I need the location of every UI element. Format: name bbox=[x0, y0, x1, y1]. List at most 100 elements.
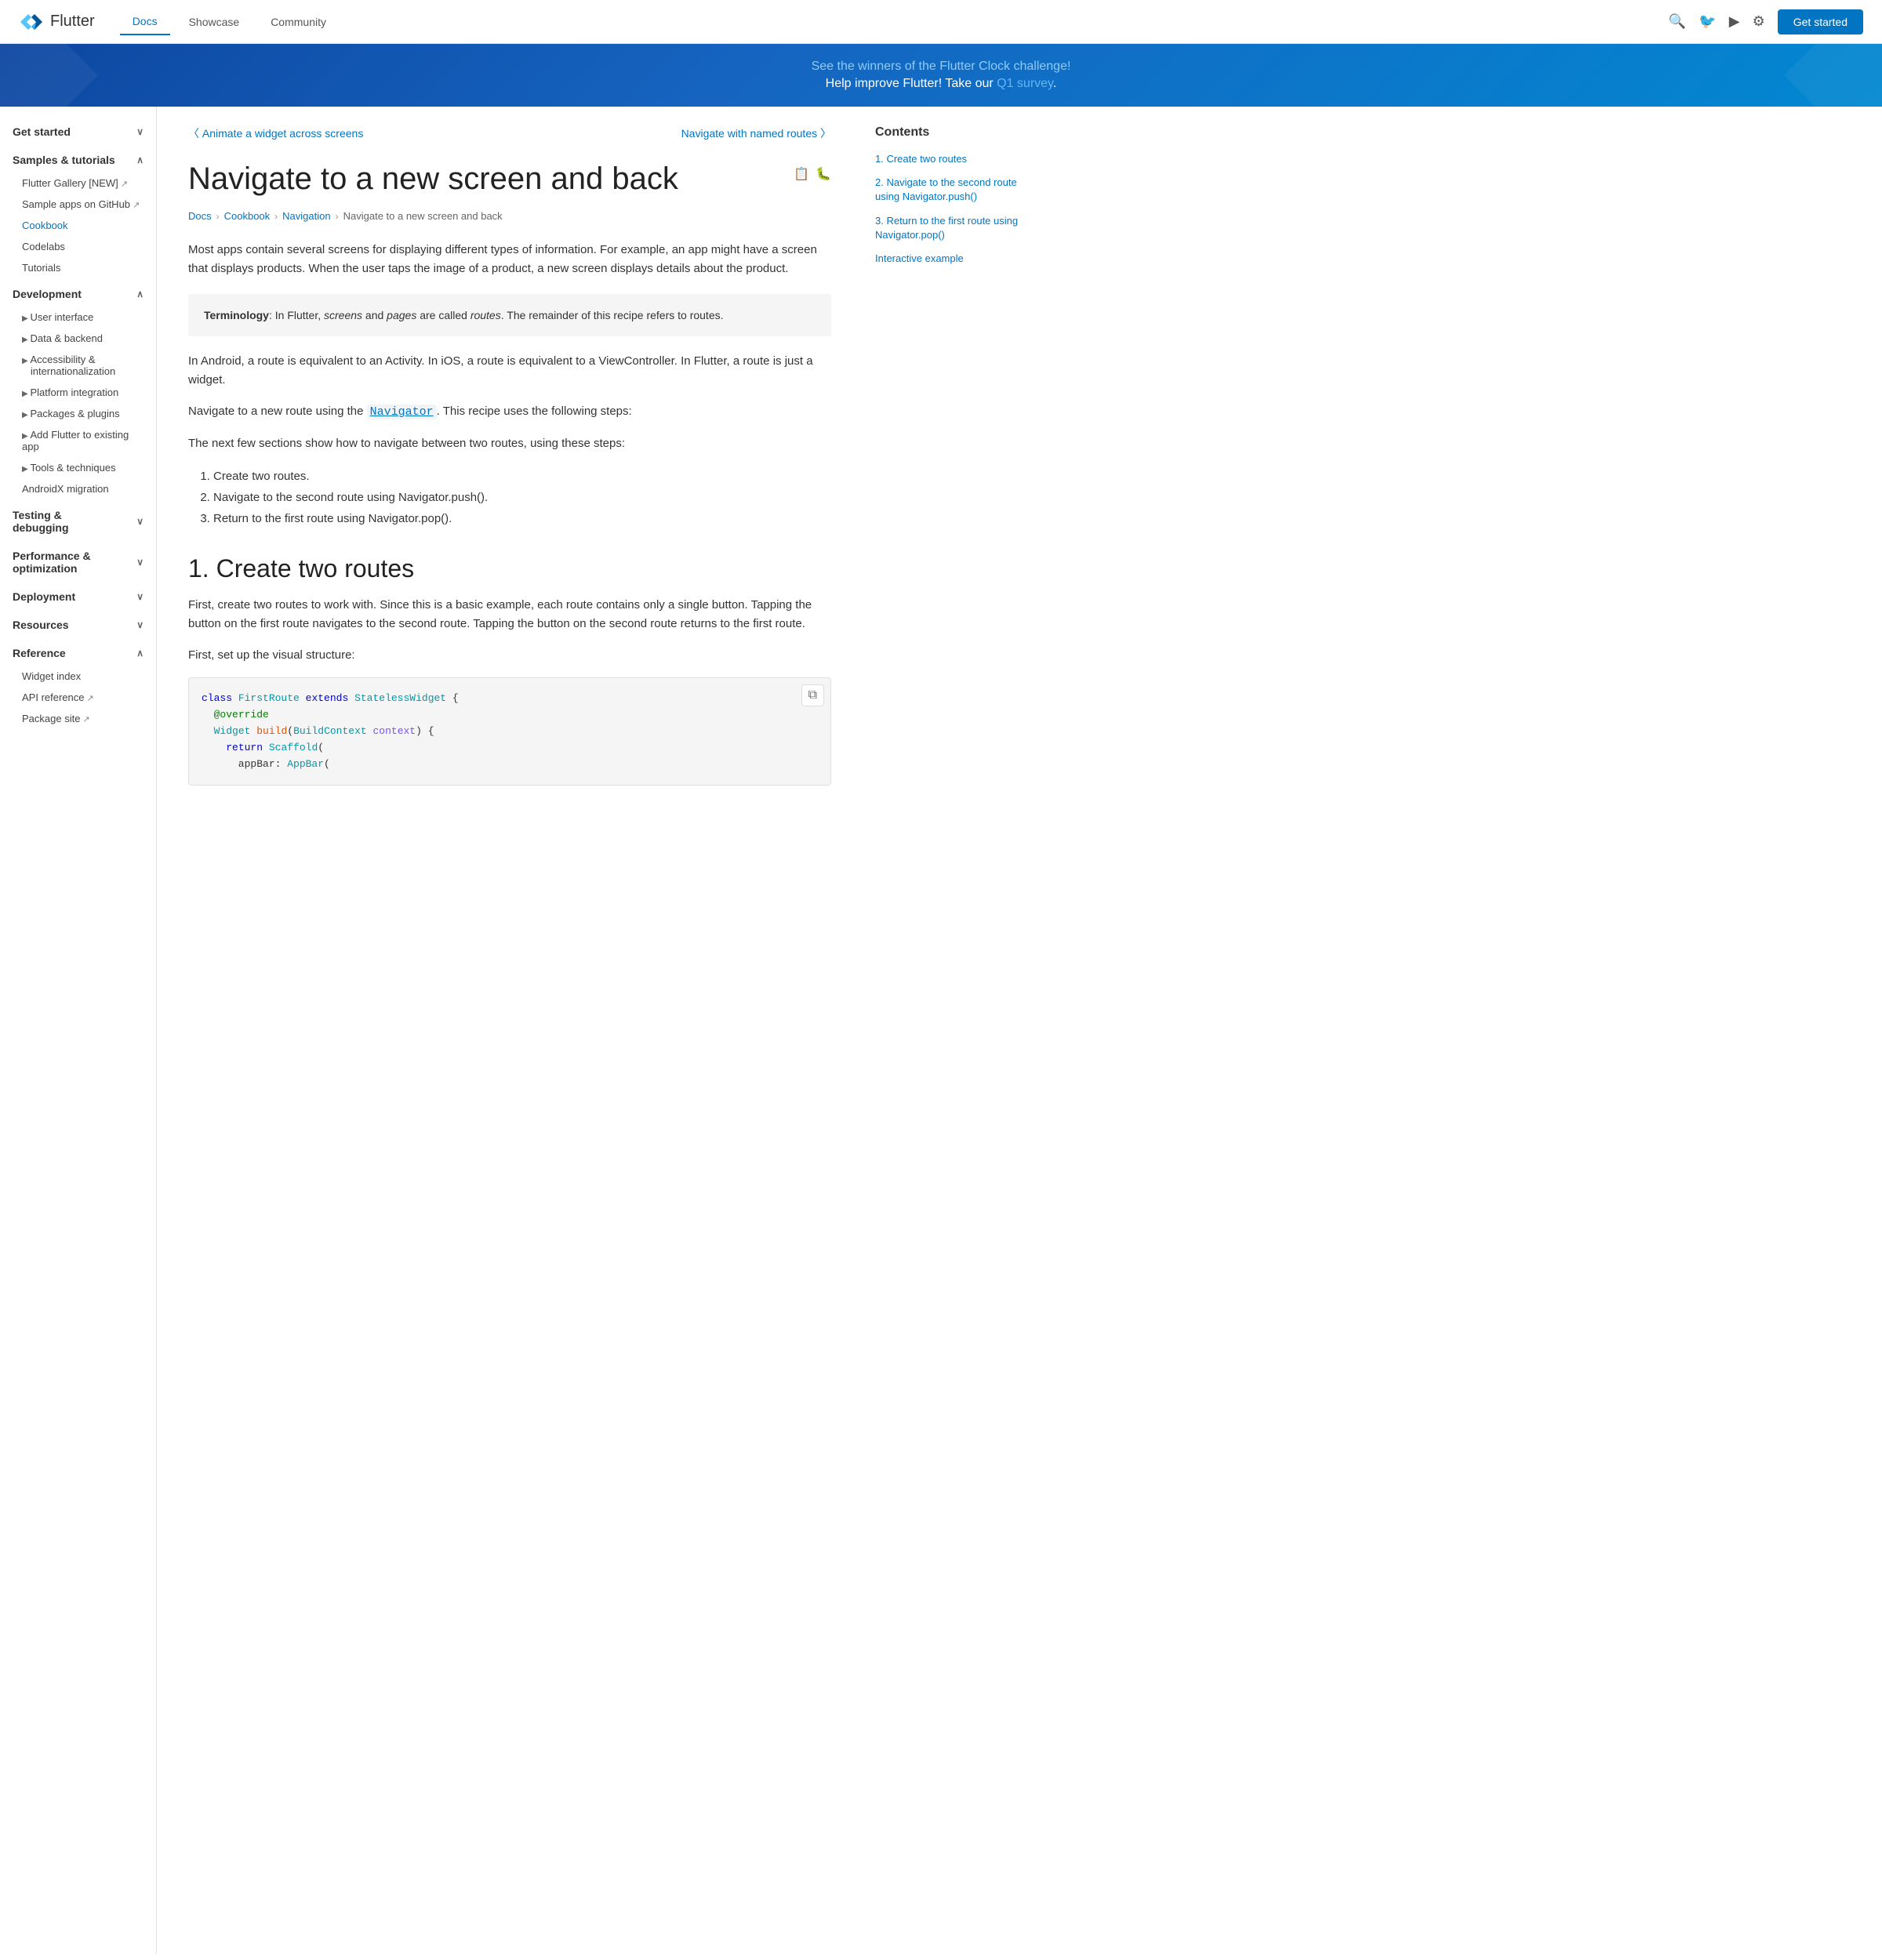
sidebar-item-tools[interactable]: Tools & techniques bbox=[0, 457, 156, 478]
body3-suffix: . This recipe uses the following steps: bbox=[437, 405, 632, 418]
breadcrumb-cookbook[interactable]: Cookbook bbox=[224, 210, 271, 222]
sidebar-section-get-started-label: Get started bbox=[13, 125, 71, 138]
sidebar-section-development: Development ∧ User interface Data & back… bbox=[0, 281, 156, 499]
header: Flutter Docs Showcase Community 🔍 🐦 ▶ ⚙ … bbox=[0, 0, 1882, 44]
code-content: class FirstRoute extends StatelessWidget… bbox=[202, 691, 818, 772]
sidebar-section-samples: Samples & tutorials ∧ Flutter Gallery [N… bbox=[0, 147, 156, 278]
sidebar-item-data-backend[interactable]: Data & backend bbox=[0, 328, 156, 349]
logo[interactable]: Flutter bbox=[19, 9, 95, 34]
twitter-icon[interactable]: 🐦 bbox=[1699, 13, 1716, 30]
search-icon[interactable]: 🔍 bbox=[1669, 13, 1686, 30]
chevron-up-icon-dev: ∧ bbox=[136, 289, 144, 299]
terminology-bold: Terminology bbox=[204, 309, 269, 321]
sidebar-item-cookbook[interactable]: Cookbook bbox=[0, 215, 156, 236]
nav-docs[interactable]: Docs bbox=[120, 9, 170, 35]
sidebar-section-testing-header[interactable]: Testing &debugging ∨ bbox=[0, 503, 156, 540]
step-2: Navigate to the second route using Navig… bbox=[213, 487, 831, 508]
toc-item-3[interactable]: 3. Return to the first route using Navig… bbox=[875, 214, 1023, 242]
chevron-down-icon-deploy: ∨ bbox=[136, 591, 144, 602]
section1-body1: First, create two routes to work with. S… bbox=[188, 596, 831, 633]
header-actions: 🔍 🐦 ▶ ⚙ Get started bbox=[1669, 9, 1863, 34]
banner: See the winners of the Flutter Clock cha… bbox=[0, 44, 1882, 107]
sidebar-section-reference-header[interactable]: Reference ∧ bbox=[0, 641, 156, 666]
code-copy-button[interactable]: ⧉ bbox=[801, 684, 824, 706]
sidebar-item-package-site[interactable]: Package site bbox=[0, 708, 156, 729]
sidebar-section-deployment-header[interactable]: Deployment ∨ bbox=[0, 584, 156, 609]
chevron-down-icon-test: ∨ bbox=[136, 516, 144, 527]
sidebar-item-add-flutter[interactable]: Add Flutter to existing app bbox=[0, 424, 156, 457]
sidebar-section-resources: Resources ∨ bbox=[0, 612, 156, 637]
sidebar-item-sample-apps[interactable]: Sample apps on GitHub bbox=[0, 194, 156, 215]
code-block: ⧉ class FirstRoute extends StatelessWidg… bbox=[188, 677, 831, 786]
sidebar-section-resources-header[interactable]: Resources ∨ bbox=[0, 612, 156, 637]
toc-item-1[interactable]: 1. Create two routes bbox=[875, 152, 1023, 166]
terminology-box: Terminology: In Flutter, screens and pag… bbox=[188, 294, 831, 336]
body-paragraph-4: The next few sections show how to naviga… bbox=[188, 434, 831, 453]
main-layout: Get started ∨ Samples & tutorials ∧ Flut… bbox=[0, 107, 1882, 1954]
sidebar-section-get-started-header[interactable]: Get started ∨ bbox=[0, 119, 156, 144]
sidebar-item-user-interface[interactable]: User interface bbox=[0, 307, 156, 328]
banner-survey-link[interactable]: Q1 survey bbox=[997, 77, 1053, 90]
toc-title: Contents bbox=[875, 125, 1023, 140]
nav-showcase[interactable]: Showcase bbox=[176, 9, 253, 34]
breadcrumb-sep2: › bbox=[274, 211, 278, 222]
sidebar-item-platform-integration[interactable]: Platform integration bbox=[0, 382, 156, 403]
page-title-icons: 📋 🐛 bbox=[794, 160, 831, 182]
breadcrumb-docs[interactable]: Docs bbox=[188, 210, 212, 222]
breadcrumb-navigation[interactable]: Navigation bbox=[282, 210, 330, 222]
sidebar-item-accessibility[interactable]: Accessibility & internationalization bbox=[0, 349, 156, 382]
banner-line2-prefix: Help improve Flutter! Take our bbox=[826, 77, 997, 90]
page-title-row: Navigate to a new screen and back 📋 🐛 bbox=[188, 160, 831, 198]
github-icon[interactable]: ⚙ bbox=[1753, 13, 1765, 30]
sidebar-section-development-label: Development bbox=[13, 288, 82, 300]
chevron-down-icon-perf: ∨ bbox=[136, 557, 144, 568]
banner-line1: See the winners of the Flutter Clock cha… bbox=[19, 60, 1863, 74]
terminology-text: : In Flutter, screens and pages are call… bbox=[269, 309, 724, 321]
section1-body2: First, set up the visual structure: bbox=[188, 646, 831, 665]
nav-community[interactable]: Community bbox=[258, 9, 339, 34]
prev-page-link[interactable]: Animate a widget across screens bbox=[188, 125, 363, 141]
sidebar-item-flutter-gallery[interactable]: Flutter Gallery [NEW] bbox=[0, 172, 156, 194]
section1-heading: 1. Create two routes bbox=[188, 554, 831, 583]
get-started-button[interactable]: Get started bbox=[1778, 9, 1863, 34]
sidebar-section-get-started: Get started ∨ bbox=[0, 119, 156, 144]
sidebar-item-codelabs[interactable]: Codelabs bbox=[0, 236, 156, 257]
toc-item-2[interactable]: 2. Navigate to the second route using Na… bbox=[875, 176, 1023, 204]
chevron-up-icon-ref: ∧ bbox=[136, 648, 144, 659]
bug-icon[interactable]: 🐛 bbox=[816, 166, 831, 182]
sidebar-item-androidx[interactable]: AndroidX migration bbox=[0, 478, 156, 499]
sidebar-item-packages[interactable]: Packages & plugins bbox=[0, 403, 156, 424]
breadcrumb: Docs › Cookbook › Navigation › Navigate … bbox=[188, 210, 831, 222]
banner-line2-suffix: . bbox=[1053, 77, 1056, 90]
sidebar-item-widget-index[interactable]: Widget index bbox=[0, 666, 156, 687]
edit-icon[interactable]: 📋 bbox=[794, 166, 809, 182]
sidebar-section-performance-label: Performance &optimization bbox=[13, 550, 91, 575]
next-page-link[interactable]: Navigate with named routes bbox=[681, 125, 831, 141]
sidebar-item-api-reference[interactable]: API reference bbox=[0, 687, 156, 708]
body-paragraph-2: In Android, a route is equivalent to an … bbox=[188, 352, 831, 390]
sidebar-item-tutorials[interactable]: Tutorials bbox=[0, 257, 156, 278]
main-content: Animate a widget across screens Navigate… bbox=[157, 107, 863, 1954]
youtube-icon[interactable]: ▶ bbox=[1729, 13, 1740, 30]
page-nav-arrows: Animate a widget across screens Navigate… bbox=[188, 125, 831, 141]
sidebar-section-development-header[interactable]: Development ∧ bbox=[0, 281, 156, 307]
banner-line2: Help improve Flutter! Take our Q1 survey… bbox=[19, 77, 1863, 91]
sidebar-section-samples-label: Samples & tutorials bbox=[13, 154, 115, 166]
body-paragraph-3: Navigate to a new route using the Naviga… bbox=[188, 402, 831, 422]
sidebar-section-performance-header[interactable]: Performance &optimization ∨ bbox=[0, 543, 156, 581]
page-title: Navigate to a new screen and back bbox=[188, 160, 784, 198]
step-1: Create two routes. bbox=[213, 466, 831, 487]
sidebar-section-testing: Testing &debugging ∨ bbox=[0, 503, 156, 540]
toc-sidebar: Contents 1. Create two routes 2. Navigat… bbox=[863, 107, 1035, 1954]
intro-paragraph: Most apps contain several screens for di… bbox=[188, 241, 831, 278]
sidebar-section-samples-header[interactable]: Samples & tutorials ∧ bbox=[0, 147, 156, 172]
sidebar-section-deployment: Deployment ∨ bbox=[0, 584, 156, 609]
navigator-link[interactable]: Navigator bbox=[367, 405, 437, 419]
toc-item-4[interactable]: Interactive example bbox=[875, 252, 1023, 266]
breadcrumb-sep3: › bbox=[336, 211, 339, 222]
header-nav: Docs Showcase Community bbox=[120, 9, 1669, 35]
body3-prefix: Navigate to a new route using the bbox=[188, 405, 367, 418]
sidebar-section-testing-label: Testing &debugging bbox=[13, 509, 69, 534]
breadcrumb-sep1: › bbox=[216, 211, 220, 222]
steps-list: Create two routes. Navigate to the secon… bbox=[213, 466, 831, 529]
